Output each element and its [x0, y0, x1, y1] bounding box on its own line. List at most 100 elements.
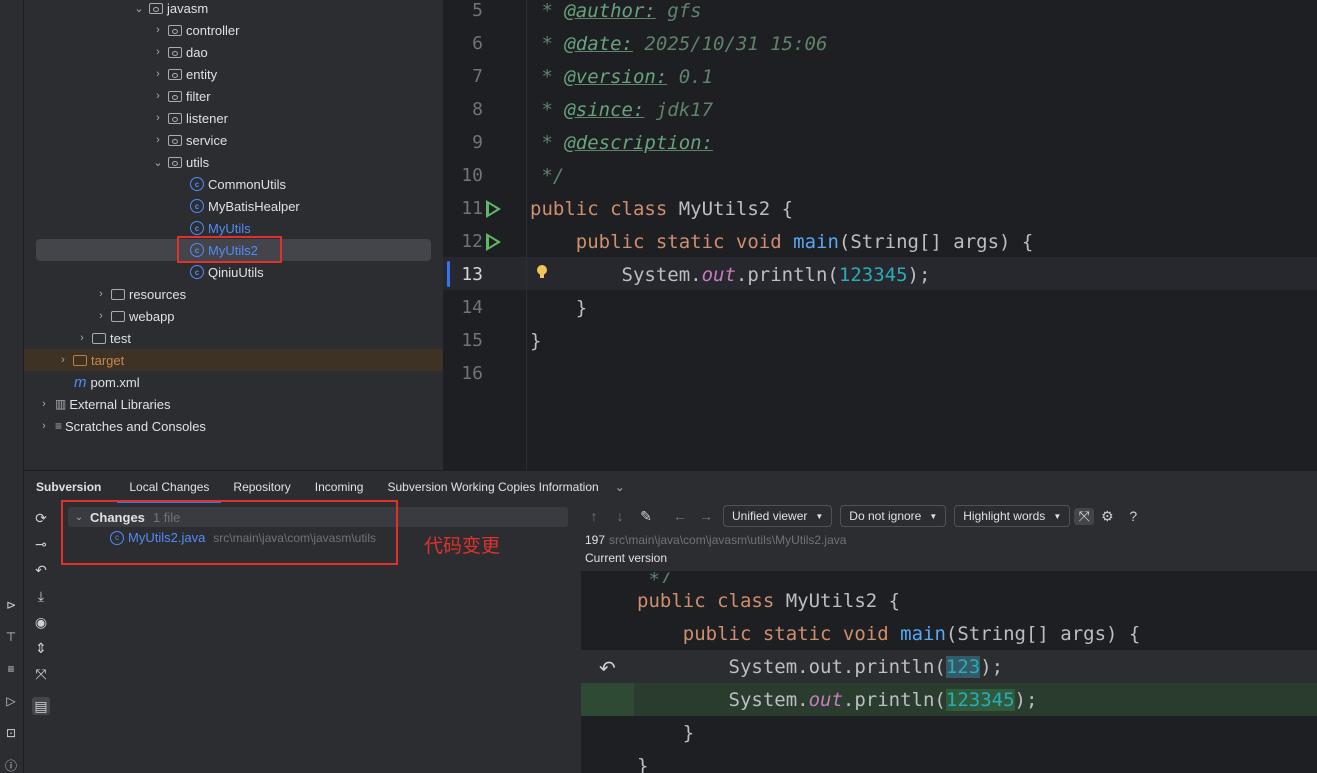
added-line-gutter: [581, 683, 634, 716]
chevron-right-icon[interactable]: ›: [151, 90, 165, 102]
library-icon: ▥: [55, 397, 67, 411]
expand-all-icon[interactable]: ⇕: [32, 639, 50, 657]
tree-item-qiniuutils[interactable]: c QiniuUtils: [24, 261, 443, 283]
diff-line-removed: System.out.println(123);: [728, 656, 1004, 678]
tree-item-javasm[interactable]: ⌄ javasm: [24, 0, 443, 19]
code-line: * @description:: [530, 132, 714, 154]
problems-icon[interactable]: ⓘ: [2, 756, 20, 773]
panel-title: Subversion: [36, 480, 102, 494]
tree-item-entity[interactable]: › entity: [24, 63, 443, 85]
maven-icon: m: [74, 373, 87, 391]
chevron-right-icon[interactable]: ›: [94, 288, 108, 300]
package-folder-icon: [168, 24, 182, 36]
code-line: }: [530, 330, 542, 352]
help-icon[interactable]: ?: [1120, 508, 1146, 524]
annotation-label: 代码变更: [424, 536, 501, 557]
code-line: * @version: 0.1: [530, 66, 714, 88]
package-folder-icon: [168, 156, 182, 168]
line-number: 9: [472, 132, 483, 153]
viewer-dropdown[interactable]: Unified viewer ▼: [723, 505, 833, 527]
chevron-right-icon[interactable]: ›: [151, 46, 165, 58]
tab-local-changes[interactable]: Local Changes: [117, 471, 222, 503]
package-folder-icon: [149, 2, 163, 14]
package-folder-icon: [168, 112, 182, 124]
highlight-dropdown[interactable]: Highlight words ▼: [954, 505, 1071, 527]
chevron-right-icon[interactable]: ›: [151, 134, 165, 146]
folder-icon: [92, 332, 106, 344]
highlight-box: [61, 500, 398, 565]
terminal-icon[interactable]: ⊡: [2, 724, 20, 742]
revert-icon[interactable]: ↶: [599, 656, 616, 681]
chevron-right-icon[interactable]: ›: [151, 112, 165, 124]
tree-item-dao[interactable]: › dao: [24, 41, 443, 63]
gear-icon[interactable]: ⚙: [1094, 508, 1120, 525]
prev-diff-icon[interactable]: ↑: [581, 508, 607, 524]
changes-toolbar: ⟳ ⊸ ↶ ⤓ ◉ ⇕ ⤧ ▤: [24, 503, 58, 773]
line-number: 6: [472, 33, 483, 54]
chevron-down-icon[interactable]: ⌄: [151, 156, 165, 169]
tree-item-pom[interactable]: m pom.xml: [24, 371, 443, 393]
tab-repository[interactable]: Repository: [221, 480, 302, 494]
code-line: public static void main(String[] args) {: [575, 231, 1034, 253]
tree-item-mybatishealper[interactable]: c MyBatisHealper: [24, 195, 443, 217]
tree-item-utils[interactable]: ⌄ utils: [24, 151, 443, 173]
line-number: 8: [472, 99, 483, 120]
diff-line: }: [682, 722, 695, 744]
tree-item-scratches[interactable]: › ≡ Scratches and Consoles: [24, 415, 443, 437]
tree-item-target[interactable]: › target: [24, 349, 443, 371]
collapse-all-icon[interactable]: ⤧: [32, 665, 50, 683]
class-icon: c: [190, 199, 204, 213]
edit-icon[interactable]: ✎: [633, 508, 659, 525]
tool-window-strip: ⊳ ⊤ ≡ ▷ ⊡ ⓘ: [0, 0, 24, 773]
chevron-right-icon[interactable]: ›: [151, 24, 165, 36]
tab-incoming[interactable]: Incoming: [303, 480, 376, 494]
code-line: */: [541, 165, 565, 187]
tree-item-resources[interactable]: › resources: [24, 283, 443, 305]
line-number: 5: [472, 0, 483, 21]
diff-line-added: System.out.println(123345);: [728, 689, 1038, 711]
run-icon[interactable]: ▷: [2, 692, 20, 710]
structure-icon[interactable]: ≡: [2, 660, 20, 678]
scratches-icon: ≡: [55, 419, 63, 433]
chevron-down-icon[interactable]: ⌄: [132, 2, 146, 15]
chevron-right-icon[interactable]: ›: [94, 310, 108, 322]
preview-icon[interactable]: ◉: [32, 613, 50, 631]
chevron-right-icon[interactable]: ›: [37, 420, 51, 432]
tree-item-listener[interactable]: › listener: [24, 107, 443, 129]
rollback-icon[interactable]: ↶: [32, 561, 50, 579]
resources-folder-icon: [111, 288, 125, 300]
tab-working-copies[interactable]: Subversion Working Copies Information: [375, 480, 610, 494]
package-folder-icon: [168, 46, 182, 58]
collapse-unchanged-icon[interactable]: ⤧: [1074, 507, 1095, 525]
runnable-class-icon: c: [190, 265, 204, 279]
update-icon[interactable]: ⤓: [32, 587, 50, 605]
tree-item-filter[interactable]: › filter: [24, 85, 443, 107]
ignore-dropdown[interactable]: Do not ignore ▼: [840, 505, 947, 527]
chevron-down-icon[interactable]: ⌄: [611, 480, 637, 494]
tree-item-service[interactable]: › service: [24, 129, 443, 151]
services-icon[interactable]: ⊳: [2, 596, 20, 614]
panel-tabs: Subversion Local Changes Repository Inco…: [24, 471, 1317, 503]
tree-item-webapp[interactable]: › webapp: [24, 305, 443, 327]
tree-item-test[interactable]: › test: [24, 327, 443, 349]
diff-info: 197 src\main\java\com\javasm\utils\MyUtil…: [581, 531, 1317, 571]
next-diff-icon[interactable]: ↓: [607, 508, 633, 524]
chevron-right-icon[interactable]: ›: [37, 398, 51, 410]
tree-item-external-libraries[interactable]: › ▥ External Libraries: [24, 393, 443, 415]
class-icon: c: [190, 221, 204, 235]
build-icon[interactable]: ⊤: [2, 628, 20, 646]
excluded-folder-icon: [73, 354, 87, 366]
commit-icon[interactable]: ⊸: [32, 535, 50, 553]
diff-line: }: [637, 755, 649, 773]
tree-item-controller[interactable]: › controller: [24, 19, 443, 41]
forward-icon[interactable]: →: [693, 508, 719, 524]
refresh-icon[interactable]: ⟳: [32, 509, 50, 527]
chevron-right-icon[interactable]: ›: [151, 68, 165, 80]
tree-item-commonutils[interactable]: c CommonUtils: [24, 173, 443, 195]
group-by-icon[interactable]: ▤: [32, 697, 50, 715]
line-number: 15: [461, 330, 483, 351]
back-icon[interactable]: ←: [667, 508, 693, 524]
chevron-right-icon[interactable]: ›: [75, 332, 89, 344]
line-number: 7: [472, 66, 483, 87]
chevron-right-icon[interactable]: ›: [56, 354, 70, 366]
